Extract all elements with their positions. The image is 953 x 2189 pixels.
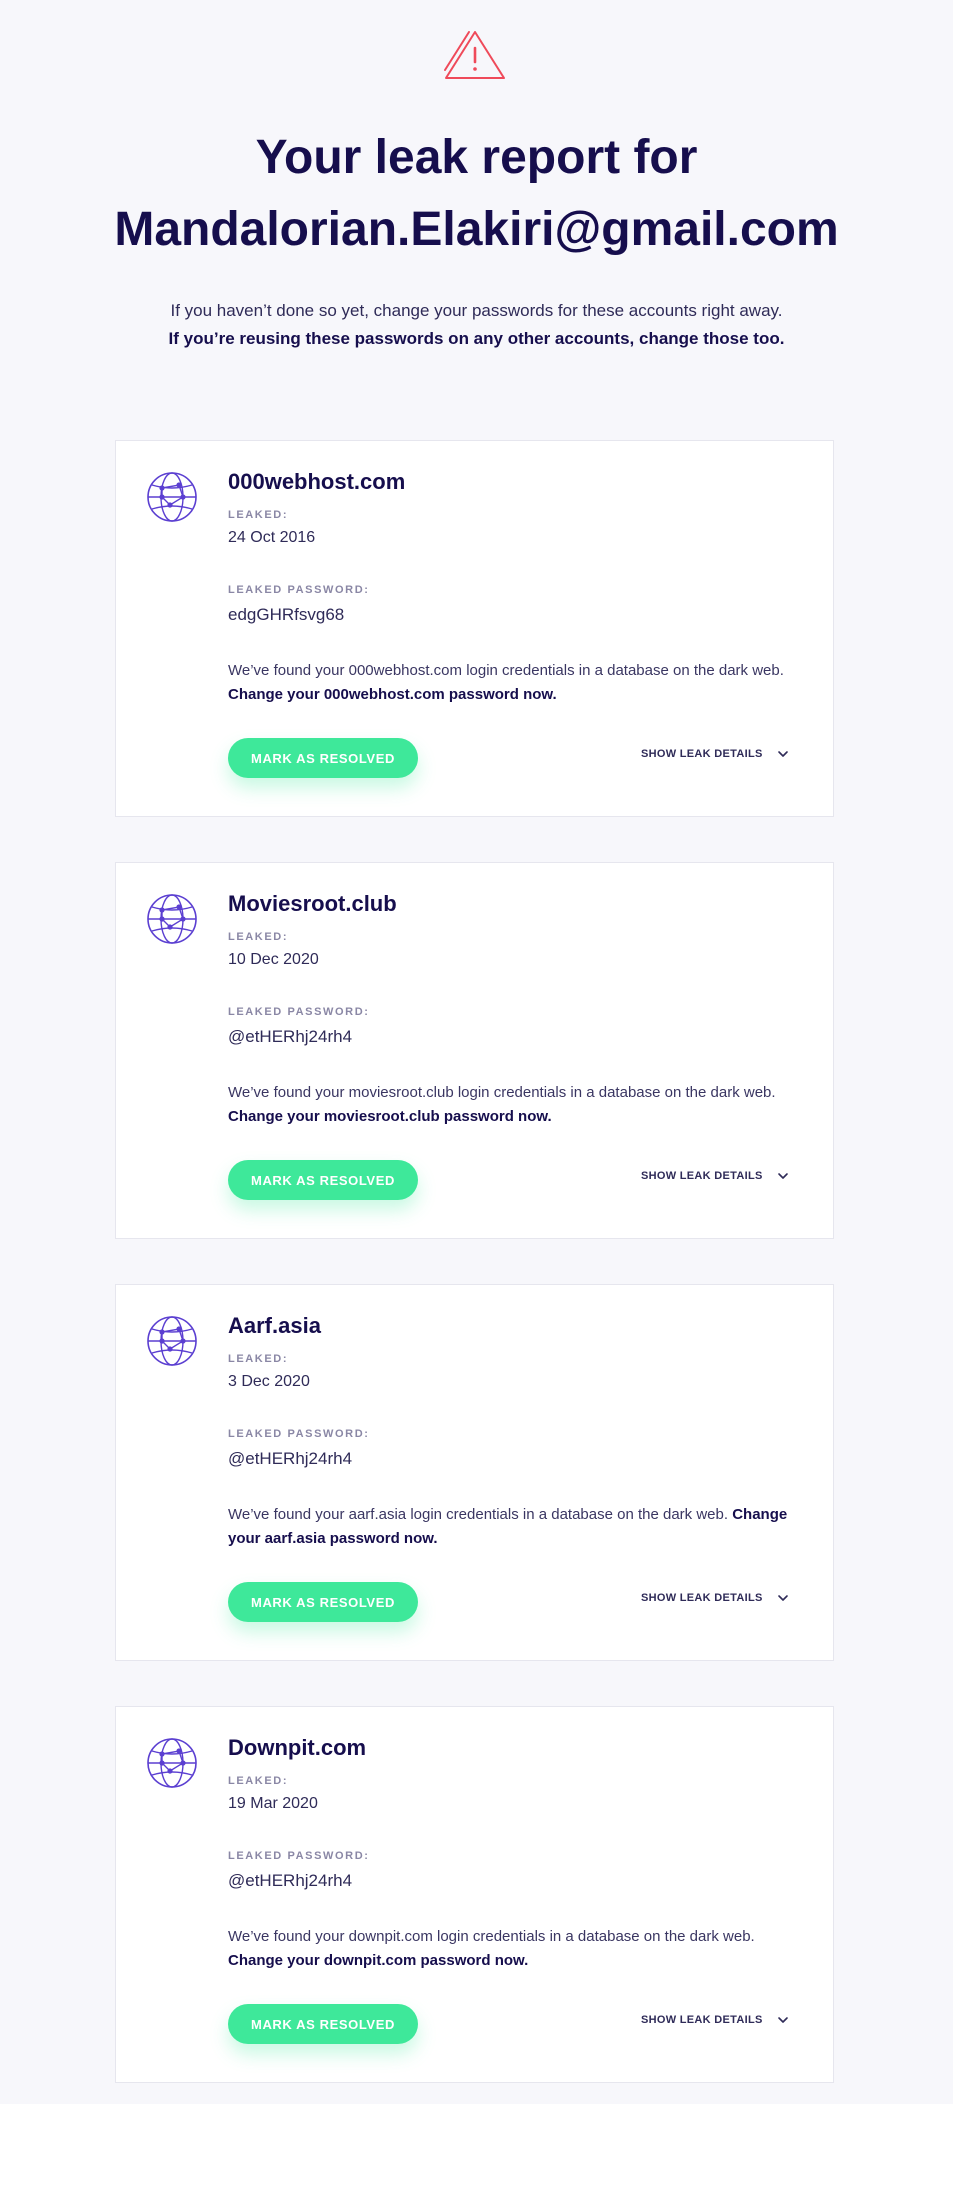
leaked-password-label: LEAKED PASSWORD:	[228, 1006, 370, 1018]
leaked-password: edgGHRfsvg68	[228, 605, 345, 624]
show-leak-details-toggle[interactable]: SHOW LEAK DETAILS	[641, 2014, 789, 2026]
chevron-down-icon	[777, 2017, 788, 2023]
leaked-label: LEAKED:	[228, 931, 289, 943]
page-title-email: Mandalorian.Elakiri@gmail.com	[114, 203, 839, 256]
mark-as-resolved-button[interactable]: MARK AS RESOLVED	[228, 1160, 418, 1200]
leaked-password: @etHERhj24rh4	[228, 1027, 353, 1046]
intro-line1: If you haven’t done so yet, change your …	[170, 301, 783, 320]
site-name: Aarf.asia	[228, 1313, 321, 1338]
chevron-down-icon	[777, 1173, 788, 1179]
leak-description-text: We’ve found your aarf.asia login credent…	[228, 1506, 729, 1523]
leaked-password: @etHERhj24rh4	[228, 1449, 353, 1468]
mark-as-resolved-button[interactable]: MARK AS RESOLVED	[228, 2004, 418, 2044]
report-page: Your leak report for Mandalorian.Elakiri…	[0, 0, 953, 2104]
site-name: Moviesroot.club	[228, 891, 397, 916]
mark-as-resolved-button[interactable]: MARK AS RESOLVED	[228, 1582, 418, 1622]
leak-description: We’ve found your 000webhost.com login cr…	[228, 659, 788, 707]
leaked-label: LEAKED:	[228, 509, 289, 521]
globe-icon	[147, 894, 197, 944]
change-password-cta: Change your 000webhost.com password now.	[228, 686, 557, 703]
leaked-date: 24 Oct 2016	[228, 529, 316, 546]
leak-description: We’ve found your moviesroot.club login c…	[228, 1081, 788, 1129]
show-leak-details-toggle[interactable]: SHOW LEAK DETAILS	[641, 748, 789, 760]
show-leak-details-label: SHOW LEAK DETAILS	[641, 1170, 763, 1182]
intro-text: If you haven’t done so yet, change your …	[0, 297, 953, 353]
show-leak-details-label: SHOW LEAK DETAILS	[641, 748, 763, 760]
leaked-date: 19 Mar 2020	[228, 1795, 318, 1812]
site-name: Downpit.com	[228, 1735, 367, 1760]
leak-description-text: We’ve found your moviesroot.club login c…	[228, 1084, 776, 1101]
leaked-date: 10 Dec 2020	[228, 951, 319, 968]
leak-card: Moviesroot.club LEAKED: 10 Dec 2020 LEAK…	[115, 862, 834, 1239]
leaked-password-label: LEAKED PASSWORD:	[228, 584, 370, 596]
site-name: 000webhost.com	[228, 469, 406, 494]
leak-card: Downpit.com LEAKED: 19 Mar 2020 LEAKED P…	[115, 1706, 834, 2083]
leaked-date: 3 Dec 2020	[228, 1373, 310, 1390]
chevron-down-icon	[777, 1595, 788, 1601]
show-leak-details-toggle[interactable]: SHOW LEAK DETAILS	[641, 1170, 789, 1182]
globe-icon	[147, 1738, 197, 1788]
leaked-password-label: LEAKED PASSWORD:	[228, 1428, 370, 1440]
warning-triangle-icon	[444, 31, 505, 79]
change-password-cta: Change your downpit.com password now.	[228, 1952, 529, 1969]
chevron-down-icon	[777, 751, 788, 757]
globe-icon	[147, 1316, 197, 1366]
change-password-cta: Change your moviesroot.club password now…	[228, 1108, 552, 1125]
leak-description: We’ve found your aarf.asia login credent…	[228, 1503, 788, 1551]
leak-description-text: We’ve found your 000webhost.com login cr…	[228, 662, 784, 679]
leak-description: We’ve found your downpit.com login crede…	[228, 1925, 788, 1973]
show-leak-details-label: SHOW LEAK DETAILS	[641, 1592, 763, 1604]
leaked-label: LEAKED:	[228, 1353, 289, 1365]
leak-description-text: We’ve found your downpit.com login crede…	[228, 1928, 755, 1945]
leaked-password-label: LEAKED PASSWORD:	[228, 1850, 370, 1862]
leaked-password: @etHERhj24rh4	[228, 1871, 353, 1890]
globe-icon	[147, 472, 197, 522]
mark-as-resolved-button[interactable]: MARK AS RESOLVED	[228, 738, 418, 778]
page-title-line1: Your leak report for	[255, 131, 698, 184]
leak-card: 000webhost.com LEAKED: 24 Oct 2016 LEAKE…	[115, 440, 834, 817]
intro-line2: If you’re reusing these passwords on any…	[168, 329, 785, 348]
leaked-label: LEAKED:	[228, 1775, 289, 1787]
leak-card: Aarf.asia LEAKED: 3 Dec 2020 LEAKED PASS…	[115, 1284, 834, 1661]
show-leak-details-label: SHOW LEAK DETAILS	[641, 2014, 763, 2026]
show-leak-details-toggle[interactable]: SHOW LEAK DETAILS	[641, 1592, 789, 1604]
